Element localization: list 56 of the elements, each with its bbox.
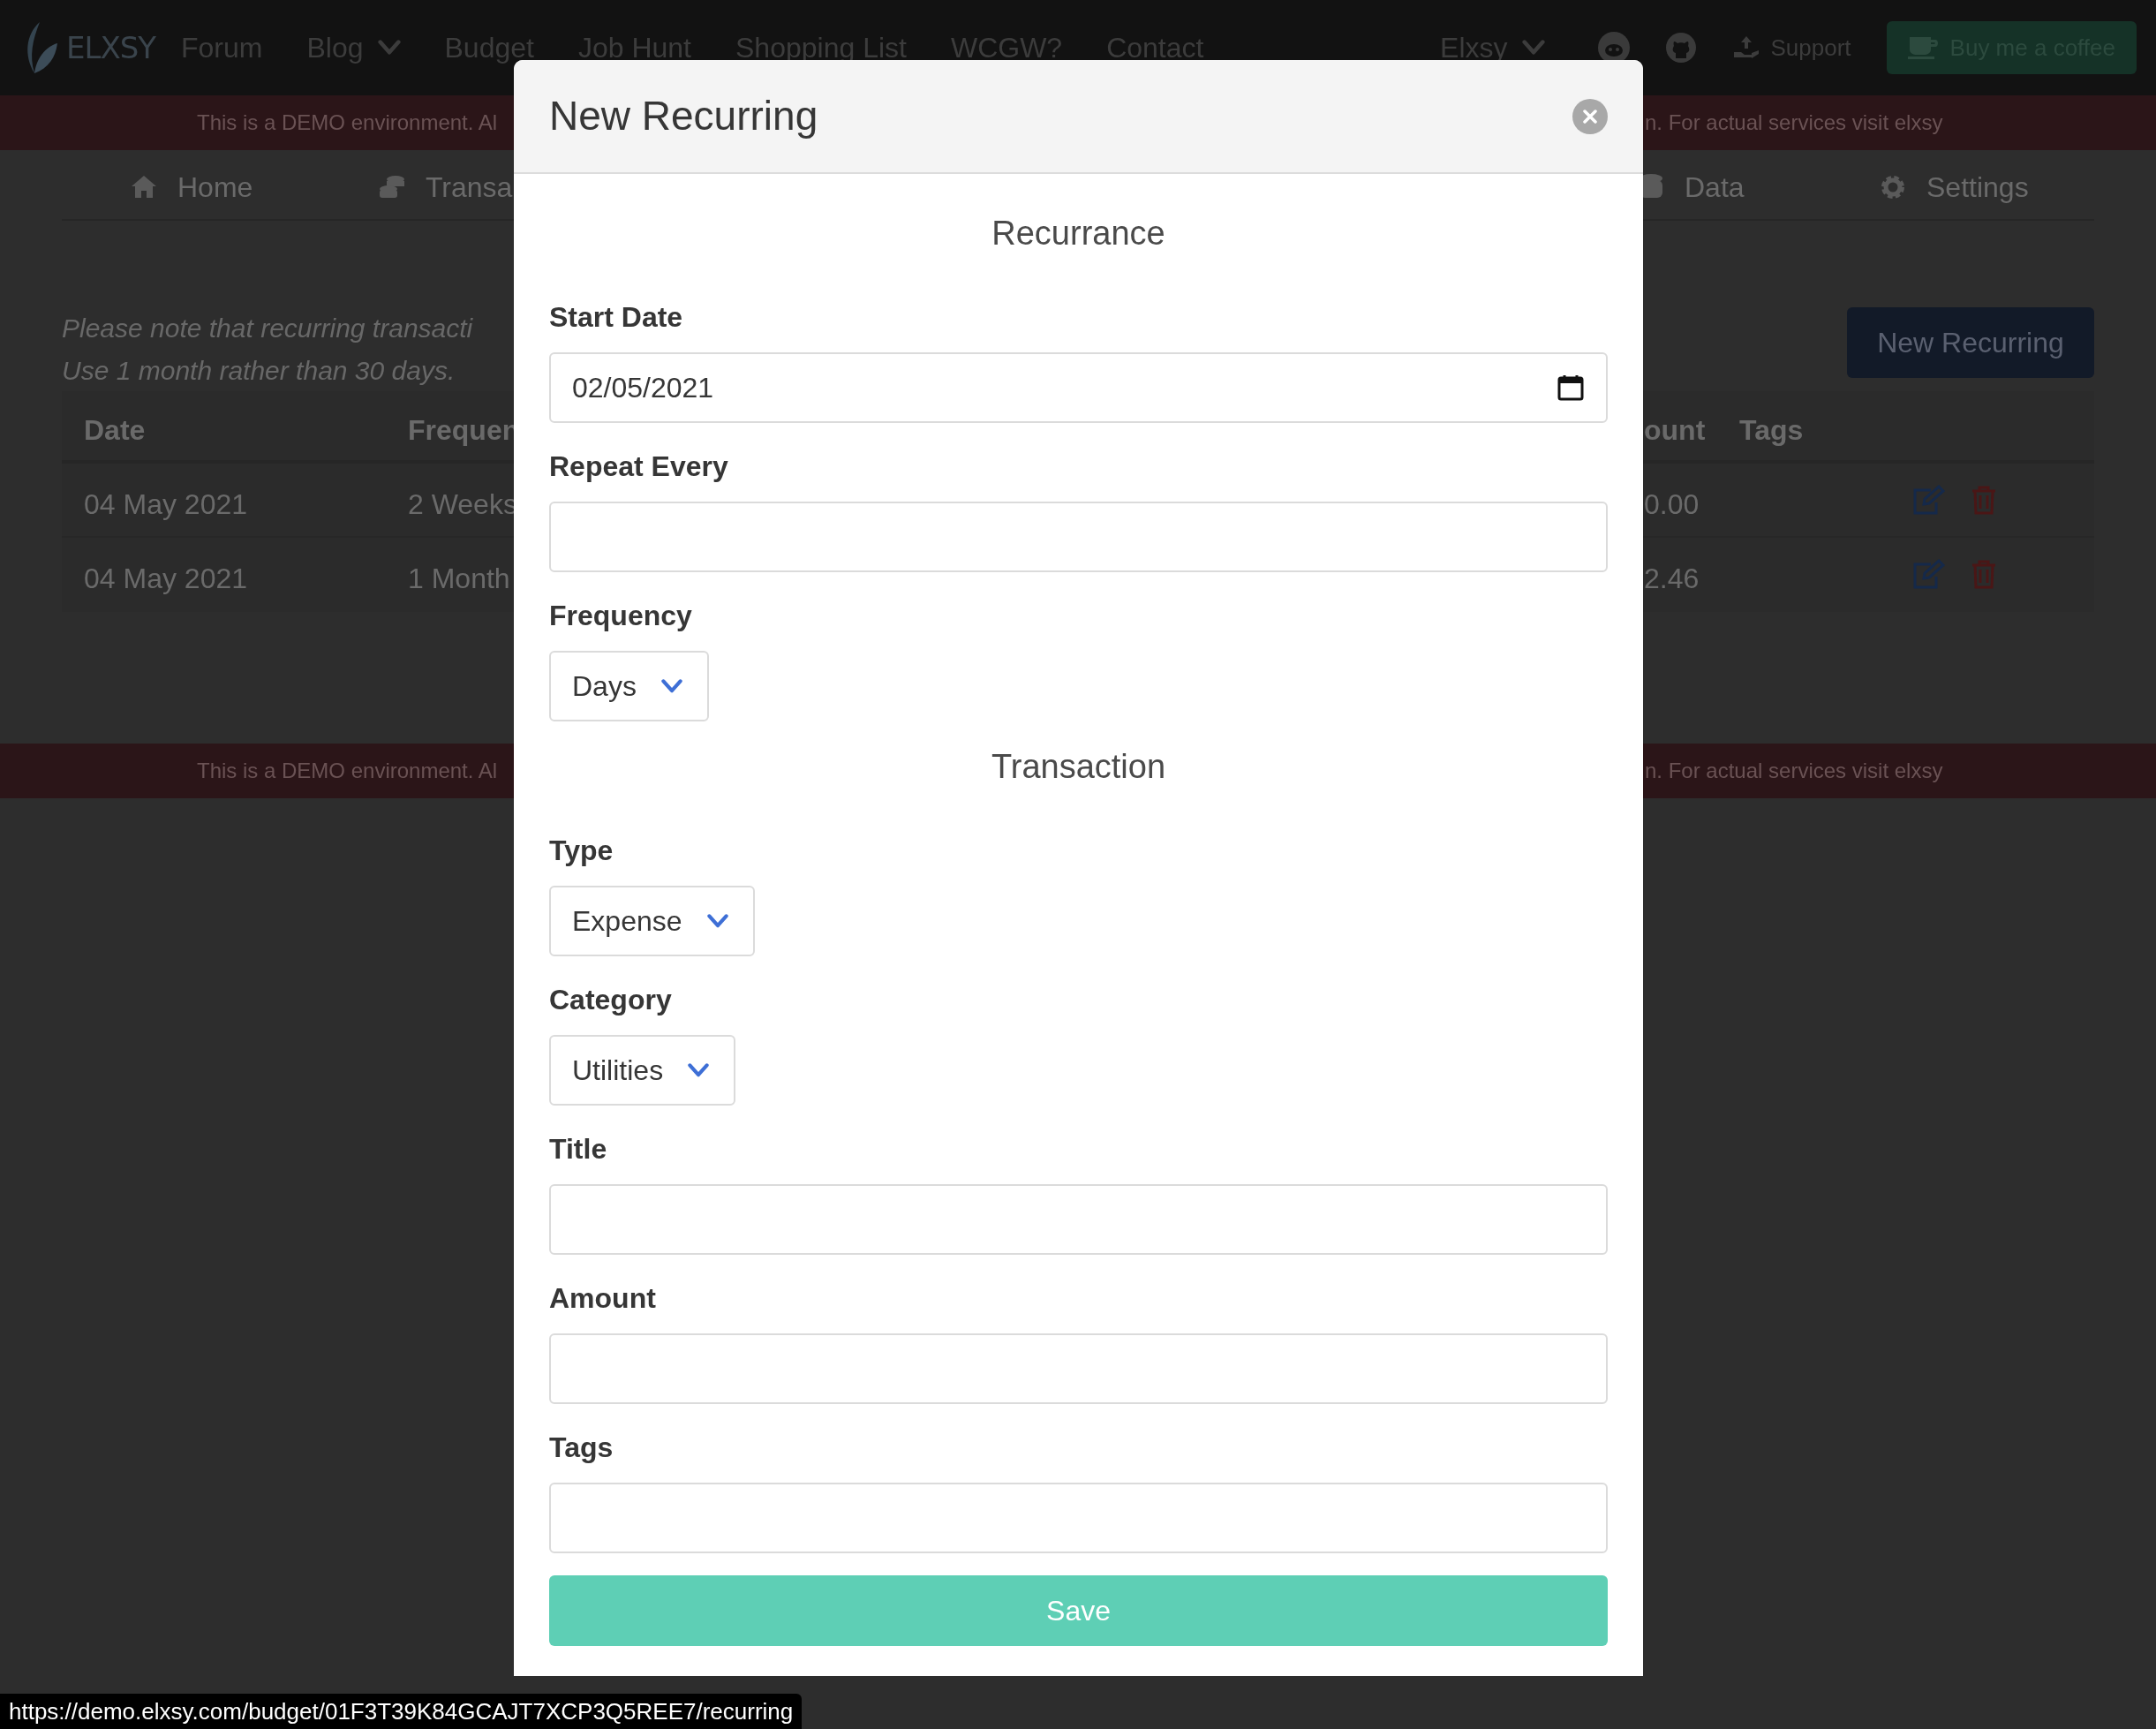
field-label: Frequency	[549, 599, 693, 632]
close-icon	[1583, 109, 1597, 124]
input-field[interactable]	[549, 1483, 1608, 1553]
section-heading: Recurrance	[991, 214, 1165, 253]
field-label: Start Date	[549, 300, 684, 334]
field-label: Category	[549, 983, 673, 1016]
column-header: Date	[84, 413, 146, 448]
github-icon[interactable]	[1664, 32, 1697, 64]
table-cell-text: 0.00	[1644, 487, 1700, 522]
trash-icon[interactable]	[1971, 485, 1997, 515]
field-label: Repeat Every	[549, 449, 729, 483]
field-label: Amount	[549, 1281, 657, 1315]
banner-text: This is a DEMO environment. Al	[197, 758, 498, 784]
chevron-down-icon	[706, 913, 728, 929]
coffee-cup-icon	[1907, 35, 1940, 60]
logo-text: ELXSY	[66, 28, 156, 67]
table-cell-text: 04 May 2021	[84, 562, 247, 596]
table-cell-text: 2 Weeks	[408, 487, 517, 522]
subnav-tab[interactable]: Home	[130, 166, 253, 208]
column-header: ount	[1644, 413, 1706, 448]
section-heading: Transaction	[991, 747, 1166, 787]
date-field[interactable]: 02/05/2021	[549, 352, 1608, 423]
input-field[interactable]	[549, 1333, 1608, 1404]
banner-text: This is a DEMO environment. Al	[197, 109, 498, 136]
banner-text: n. For actual services visit elxsy	[1645, 758, 1943, 784]
banner-text: n. For actual services visit elxsy	[1645, 109, 1943, 136]
select-dropdown[interactable]: Days	[549, 651, 709, 721]
subnav-tab[interactable]: Settings	[1879, 166, 2029, 208]
edit-icon[interactable]	[1911, 485, 1945, 515]
close-button[interactable]	[1572, 98, 1608, 134]
status-url: https://demo.elxsy.com/budget/01F3T39K84GCAJT7XCP3Q5REE7/recurring	[9, 1696, 794, 1726]
chevron-down-icon	[660, 678, 682, 694]
input-field[interactable]	[549, 1184, 1608, 1255]
chevron-down-icon	[1521, 39, 1545, 57]
select-dropdown[interactable]: Expense	[549, 886, 755, 956]
table-cell-text: 1 Month	[408, 562, 510, 596]
edit-icon[interactable]	[1911, 559, 1945, 589]
chevron-down-icon	[688, 1062, 710, 1078]
new-recurring-button[interactable]: New Recurring	[1847, 307, 2094, 378]
table-cell-text: 2.46	[1644, 562, 1700, 596]
modal-title: New Recurring	[549, 92, 818, 140]
note-text: Please note that recurring transacti	[62, 313, 474, 344]
field-label: Type	[549, 834, 614, 867]
column-header: Tags	[1739, 413, 1804, 448]
trash-icon[interactable]	[1971, 559, 1997, 589]
table-cell-text: 04 May 2021	[84, 487, 247, 522]
hand-upload-icon	[1731, 34, 1760, 61]
calendar-icon	[1557, 374, 1585, 402]
select-dropdown[interactable]: Utilities	[549, 1035, 736, 1106]
input-field[interactable]	[549, 502, 1608, 572]
field-label: Tags	[549, 1431, 614, 1464]
note-text: Use 1 month rather than 30 days.	[62, 355, 456, 387]
field-label: Title	[549, 1132, 608, 1166]
save-button[interactable]: Save	[549, 1575, 1608, 1646]
settings-icon	[1879, 173, 1907, 201]
subnav-tab[interactable]: Transa	[378, 166, 513, 208]
